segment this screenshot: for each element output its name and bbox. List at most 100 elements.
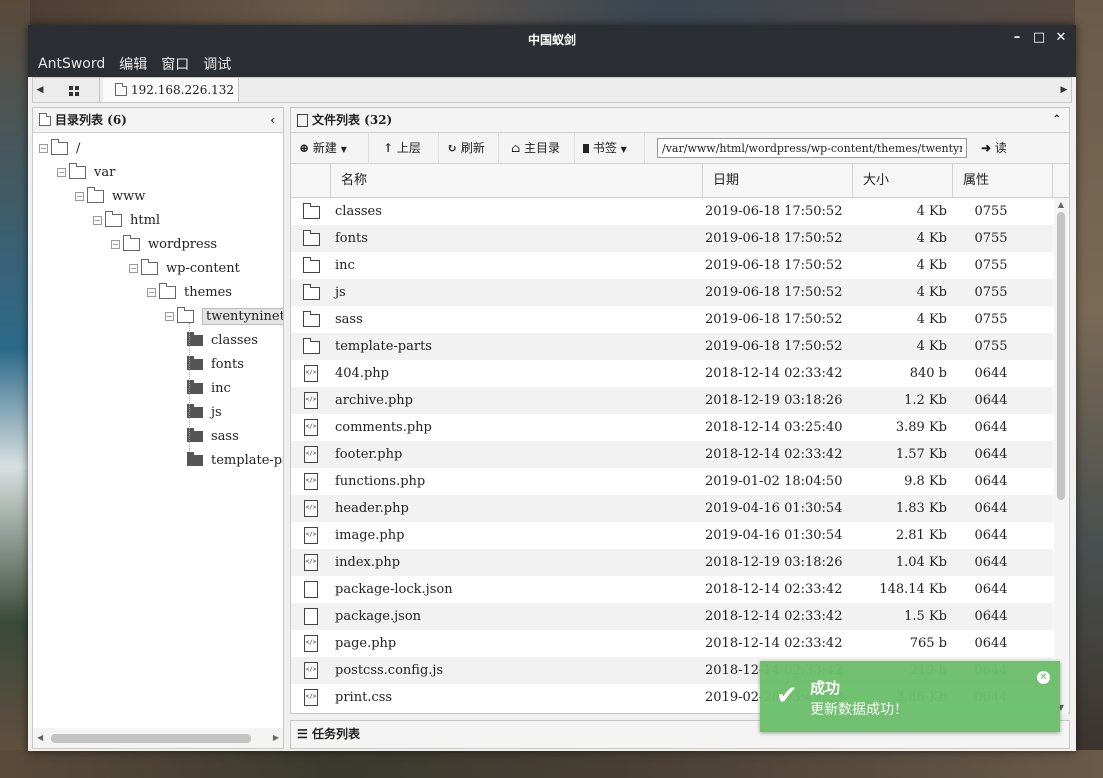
scrollbar-thumb[interactable] — [1057, 212, 1065, 500]
menu-edit[interactable]: 编辑 — [119, 54, 147, 74]
file-row[interactable]: package.json 2018-12-14 02:33:42 1.5 Kb 064… — [291, 603, 1053, 630]
tab-home[interactable] — [49, 78, 100, 102]
refresh-button[interactable]: ↻ 刷新 — [439, 133, 499, 163]
collapse-left-icon[interactable]: ‹ — [270, 108, 275, 132]
file-permission: 0644 — [974, 501, 1008, 516]
file-permission: 0755 — [974, 285, 1008, 300]
collapse-toggle-icon[interactable]: − — [75, 192, 84, 201]
tree-node[interactable]: fonts — [183, 355, 244, 375]
file-permission: 0644 — [974, 474, 1008, 489]
file-name: archive.php — [335, 393, 413, 408]
tab-scroll-right-icon[interactable]: ▶ — [1057, 78, 1071, 102]
code-file-icon — [304, 365, 318, 382]
column-perm-header[interactable]: 属性 — [953, 164, 1053, 197]
column-size-header[interactable]: 大小 — [853, 164, 953, 197]
file-row[interactable]: archive.php 2018-12-19 03:18:26 1.2 Kb 0644 — [291, 387, 1053, 414]
tree-node-label: inc — [211, 381, 231, 396]
tree-node[interactable]: − html — [93, 211, 160, 231]
folder-open-icon — [87, 187, 104, 203]
file-date: 2019-06-18 17:50:52 — [705, 285, 843, 300]
column-name-header[interactable]: 名称 — [331, 164, 703, 197]
file-row[interactable]: template-parts 2019-06-18 17:50:52 4 Kb 075… — [291, 333, 1053, 360]
collapse-toggle-icon[interactable]: − — [93, 216, 102, 225]
read-button[interactable]: ➜ 读取 — [973, 133, 1025, 185]
file-row[interactable]: footer.php 2018-12-14 02:33:42 1.57 Kb 0644 — [291, 441, 1053, 468]
home-button[interactable]: ⌂ 主目录 — [503, 133, 575, 163]
file-row[interactable]: index.php 2018-12-19 03:18:26 1.04 Kb 0644 — [291, 549, 1053, 576]
menu-bar: AntSword 编辑 窗口 调试 — [28, 51, 1076, 77]
tree-node[interactable]: − var — [57, 163, 115, 183]
folder-icon — [303, 338, 320, 354]
collapse-toggle-icon[interactable]: − — [129, 264, 138, 273]
tab-connection[interactable]: 192.168.226.132✕ — [103, 78, 239, 121]
file-row[interactable]: package-lock.json 2018-12-14 02:33:42 148.… — [291, 576, 1053, 603]
file-row[interactable]: fonts 2019-06-18 17:50:52 4 Kb 0755 — [291, 225, 1053, 252]
bookmark-button[interactable]: 书签 ▼ — [575, 133, 645, 163]
tree-node[interactable]: − / — [39, 139, 80, 159]
collapse-toggle-icon[interactable]: − — [165, 312, 174, 321]
home-icon: ⌂ — [511, 141, 521, 155]
file-date: 2019-04-16 01:30:54 — [705, 501, 843, 516]
collapse-toggle-icon[interactable]: − — [57, 168, 66, 177]
toast-close-icon[interactable]: ✕ — [1037, 671, 1050, 684]
maximize-button[interactable]: □ — [1030, 29, 1048, 47]
tree-node[interactable]: − www — [75, 187, 145, 207]
file-vertical-scrollbar[interactable]: ▲ ▼ — [1054, 198, 1068, 714]
file-row[interactable]: inc 2019-06-18 17:50:52 4 Kb 0755 — [291, 252, 1053, 279]
scroll-right-icon[interactable]: ▶ — [273, 733, 279, 742]
tree-node[interactable]: − wp-content — [129, 259, 240, 279]
tab-scroll-left-icon[interactable]: ◀ — [33, 78, 47, 102]
file-panel-title: 文件列表 (32) — [312, 113, 393, 127]
scroll-left-icon[interactable]: ◀ — [37, 733, 43, 742]
minimize-button[interactable]: – — [1008, 29, 1026, 47]
file-name: comments.php — [335, 420, 432, 435]
code-file-icon — [304, 689, 318, 706]
task-panel-title: 任务列表 — [311, 727, 360, 741]
file-size: 4 Kb — [916, 312, 947, 327]
tree-node[interactable]: − themes — [147, 283, 232, 303]
tree-node-label: sass — [211, 429, 239, 444]
file-row[interactable]: classes 2019-06-18 17:50:52 4 Kb 0755 — [291, 198, 1053, 225]
file-row[interactable]: functions.php 2019-01-02 18:04:50 9.8 Kb 06… — [291, 468, 1053, 495]
tree-node[interactable]: − twentynineteen — [165, 307, 283, 327]
menu-debug[interactable]: 调试 — [203, 54, 231, 74]
scrollbar-thumb[interactable] — [51, 734, 251, 743]
file-row[interactable]: page.php 2018-12-14 02:33:42 765 b 0644 — [291, 630, 1053, 657]
file-row[interactable]: comments.php 2018-12-14 03:25:40 3.89 Kb 06… — [291, 414, 1053, 441]
menu-window[interactable]: 窗口 — [161, 54, 189, 74]
tree-node[interactable]: template-pa — [183, 451, 283, 471]
file-row[interactable]: 404.php 2018-12-14 02:33:42 840 b 0644 — [291, 360, 1053, 387]
file-date: 2019-06-18 17:50:52 — [705, 231, 843, 246]
file-grid-body: classes 2019-06-18 17:50:52 4 Kb 0755 fonts 2… — [291, 198, 1053, 714]
collapse-up-icon[interactable]: ⌃ — [1053, 108, 1061, 132]
folder-icon — [115, 82, 127, 96]
file-row[interactable]: header.php 2019-04-16 01:30:54 1.83 Kb 0644 — [291, 495, 1053, 522]
file-name: classes — [335, 204, 382, 219]
collapse-toggle-icon[interactable]: − — [39, 144, 48, 153]
desktop-background-bottom — [0, 750, 1103, 778]
file-permission: 0644 — [974, 447, 1008, 462]
tree-horizontal-scrollbar[interactable]: ◀ ▶ — [33, 728, 283, 748]
file-row[interactable]: image.php 2019-04-16 01:30:54 2.81 Kb 0644 — [291, 522, 1053, 549]
column-date-header[interactable]: 日期 — [703, 164, 853, 197]
folder-open-icon — [141, 259, 158, 275]
collapse-toggle-icon[interactable]: − — [111, 240, 120, 249]
path-input[interactable] — [657, 138, 967, 158]
new-button[interactable]: ⊕ 新建 ▼ — [291, 133, 369, 163]
file-row[interactable]: js 2019-06-18 17:50:52 4 Kb 0755 — [291, 279, 1053, 306]
tree-node[interactable]: classes — [183, 331, 258, 351]
menu-antsword[interactable]: AntSword — [38, 56, 105, 72]
tree-node[interactable]: − wordpress — [111, 235, 217, 255]
file-row[interactable]: sass 2019-06-18 17:50:52 4 Kb 0755 — [291, 306, 1053, 333]
plus-circle-icon: ⊕ — [299, 141, 310, 155]
new-button-label: 新建 — [312, 141, 337, 155]
title-bar[interactable]: 中国蚁剑 – □ ✕ — [28, 25, 1076, 51]
scroll-up-icon[interactable]: ▲ — [1054, 200, 1068, 209]
up-button[interactable]: ↑ 上层 — [375, 133, 439, 163]
close-button[interactable]: ✕ — [1052, 29, 1070, 47]
code-file-icon — [304, 554, 318, 571]
tree-node[interactable]: inc — [183, 379, 231, 399]
file-name: footer.php — [335, 447, 403, 462]
collapse-toggle-icon[interactable]: − — [147, 288, 156, 297]
tree-node[interactable]: sass — [183, 427, 239, 447]
